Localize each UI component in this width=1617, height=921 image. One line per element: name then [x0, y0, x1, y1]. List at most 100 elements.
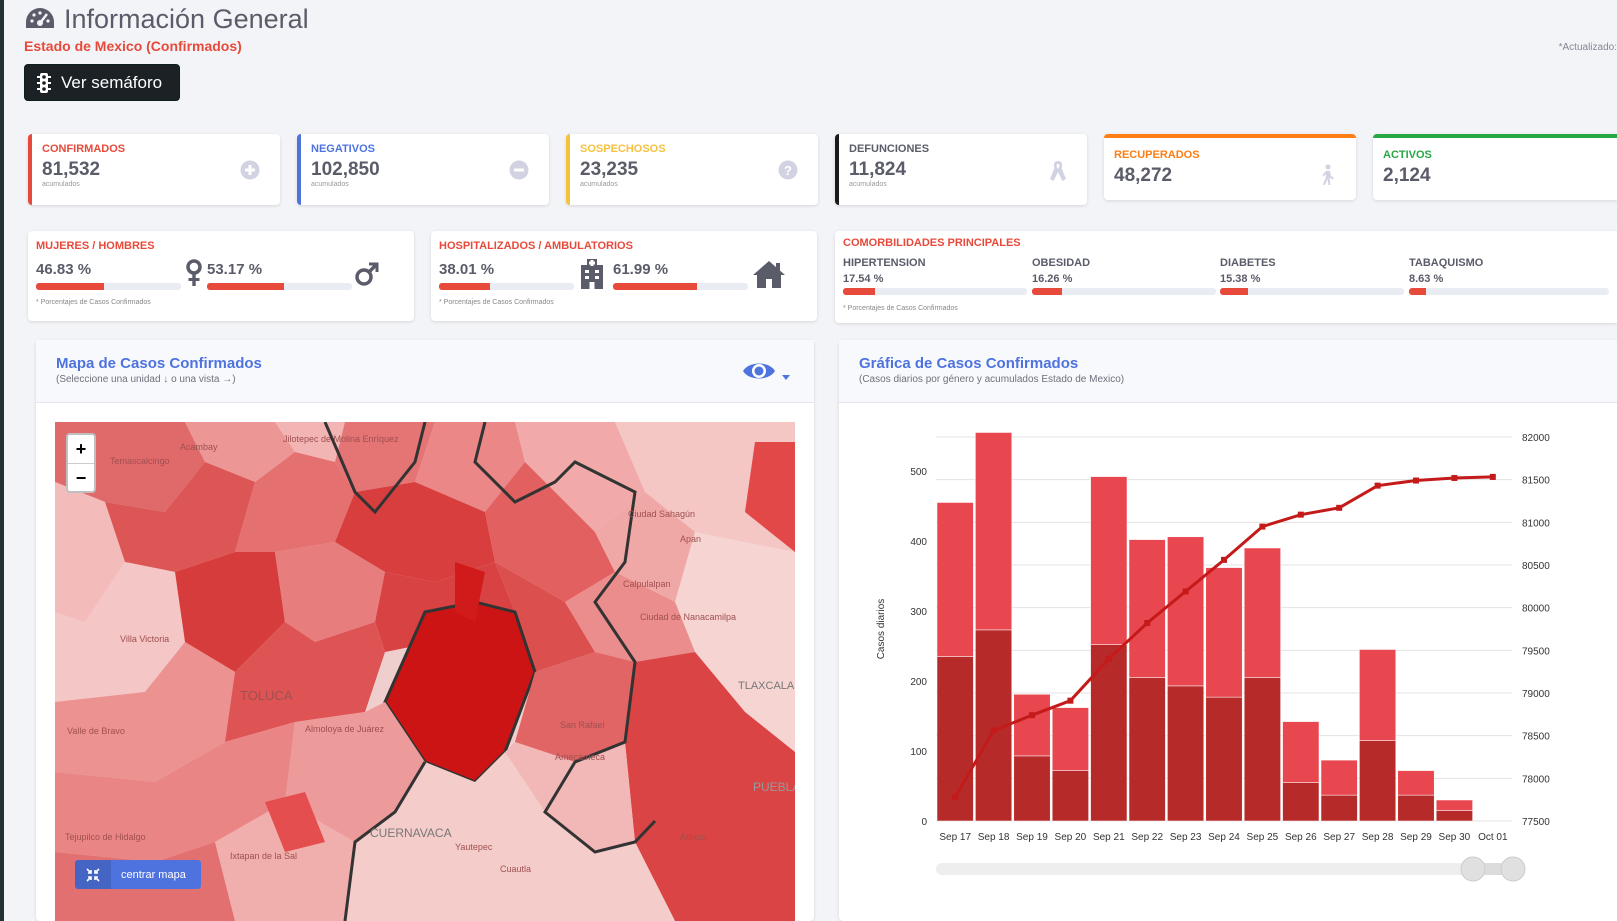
view-selector-eye-icon[interactable] — [741, 358, 793, 386]
map-label: Temascalcingo — [110, 456, 170, 466]
kpi-label: SOSPECHOSOS — [580, 143, 666, 155]
walking-icon — [1322, 164, 1334, 185]
map-label: Atlixco — [680, 832, 707, 842]
map-label: TLAXCALA — [738, 680, 795, 692]
ver-semaforo-button[interactable]: Ver semáforo — [24, 64, 180, 101]
cumulative-point — [1259, 523, 1266, 530]
hospital-icon — [581, 259, 603, 289]
map-label: TOLUCA — [240, 688, 293, 703]
bar-series-1 — [1397, 794, 1435, 822]
x-tick-label: Sep 18 — [978, 832, 1010, 843]
kpi-card-recuperados: RECUPERADOS 48,272 — [1104, 134, 1356, 200]
kpi-label: CONFIRMADOS — [42, 143, 126, 155]
bar-series-1 — [1205, 696, 1243, 822]
map-zoom-control: + − — [66, 433, 96, 493]
bar-series-2 — [1051, 707, 1089, 771]
plus-circle-icon — [240, 160, 260, 180]
comorbidity-label: HIPERTENSION — [843, 257, 926, 269]
cumulative-point — [1297, 511, 1304, 518]
x-tick-label: Sep 17 — [939, 832, 971, 843]
kpi-value: 48,272 — [1114, 165, 1173, 186]
gender-card: MUJERES / HOMBRES 46.83 % 53.17 % * Porc… — [28, 231, 414, 321]
hospital-note: * Porcentajes de Casos Confirmados — [439, 299, 554, 306]
kpi-sub: acumulados — [849, 181, 887, 188]
y2-tick-label: 80000 — [1522, 604, 1550, 615]
kpi-sub: acumulados — [42, 181, 80, 188]
x-tick-label: Sep 29 — [1400, 832, 1432, 843]
chart-panel-title: Gráfica de Casos Confirmados — [859, 355, 1079, 372]
bar-series-2 — [1205, 567, 1243, 698]
zoom-in-button[interactable]: + — [68, 435, 94, 464]
map-panel-header: Mapa de Casos Confirmados (Seleccione un… — [36, 340, 814, 403]
comorbidity-label: OBESIDAD — [1032, 257, 1091, 269]
page-title: Información General — [64, 4, 309, 34]
cumulative-point — [1067, 697, 1074, 704]
kpi-value: 23,235 — [580, 159, 639, 180]
men-percent: 53.17 % — [207, 261, 263, 278]
map-label: Jilotepec de Molina Enríquez — [283, 434, 399, 444]
comorbidities-card: COMORBILIDADES PRINCIPALES HIPERTENSION … — [835, 231, 1617, 323]
bar-series-1 — [1320, 794, 1358, 822]
traffic-light-icon — [37, 72, 51, 93]
x-tick-label: Oct 01 — [1478, 832, 1508, 843]
bar-series-2 — [1243, 547, 1281, 678]
comorbidity-value: 15.38 % — [1220, 273, 1261, 285]
x-tick-label: Sep 19 — [1016, 832, 1048, 843]
x-tick-label: Sep 20 — [1055, 832, 1087, 843]
bar-series-1 — [1435, 810, 1473, 822]
y-tick-label: 500 — [910, 467, 927, 478]
kpi-sub: acumulados — [311, 181, 349, 188]
x-tick-label: Sep 21 — [1093, 832, 1125, 843]
y2-tick-label: 79500 — [1522, 646, 1550, 657]
cumulative-point — [1144, 620, 1151, 627]
y2-tick-label: 77500 — [1522, 817, 1550, 828]
choropleth-map[interactable]: Acambay Jilotepec de Molina Enríquez Tem… — [55, 422, 795, 921]
updated-label: *Actualizado: — [1558, 42, 1617, 53]
kpi-label: RECUPERADOS — [1114, 149, 1200, 161]
map-label: Apan — [680, 534, 701, 544]
map-canvas[interactable]: Acambay Jilotepec de Molina Enríquez Tem… — [55, 422, 795, 921]
chart-panel-header: Gráfica de Casos Confirmados (Casos diar… — [839, 340, 1617, 403]
map-label: PUEBLA — [753, 780, 795, 794]
chart-zoom-handle-left[interactable] — [1460, 856, 1486, 882]
comorbidity-value: 17.54 % — [843, 273, 884, 285]
cumulative-point — [1182, 588, 1189, 595]
kpi-card-activos: ACTIVOS 2,124 — [1373, 134, 1617, 200]
map-panel-subtitle: (Seleccione una unidad ↓ o una vista →) — [56, 374, 236, 385]
map-label: Yautepec — [455, 842, 493, 852]
kpi-value: 2,124 — [1383, 165, 1431, 186]
chart-zoom-handle-right[interactable] — [1500, 856, 1526, 882]
zoom-out-button[interactable]: − — [68, 464, 94, 492]
kpi-label: NEGATIVOS — [311, 143, 375, 155]
cumulative-point — [990, 727, 997, 734]
bar-series-1 — [1243, 677, 1281, 822]
bar-series-1 — [1013, 755, 1051, 822]
gender-note: * Porcentajes de Casos Confirmados — [36, 299, 151, 306]
bar-series-2 — [1359, 649, 1397, 741]
women-percent: 46.83 % — [36, 261, 92, 278]
map-label: Acambay — [180, 442, 218, 452]
y-tick-label: 100 — [910, 747, 927, 758]
comorbidity-bar — [843, 288, 1027, 295]
chart-panel-subtitle: (Casos diarios por género y acumulados E… — [859, 374, 1125, 385]
kpi-label: DEFUNCIONES — [849, 143, 930, 155]
kpi-card-negativos: NEGATIVOS 102,850 acumulados — [297, 134, 549, 205]
map-label: Ciudad Sahagún — [628, 509, 695, 519]
kpi-card-sospechosos: SOSPECHOSOS 23,235 acumulados ? — [566, 134, 818, 205]
page-header: Información General — [24, 4, 309, 35]
comorbidity-label: DIABETES — [1220, 257, 1276, 269]
ambulatory-percent: 61.99 % — [613, 261, 669, 278]
center-map-label: centrar mapa — [121, 868, 186, 881]
map-label: Valle de Bravo — [67, 726, 125, 736]
hospital-card: HOSPITALIZADOS / AMBULATORIOS 38.01 % 61… — [431, 231, 817, 321]
bar-series-2 — [1397, 770, 1435, 796]
cumulative-point — [1221, 556, 1227, 563]
center-map-button[interactable]: centrar mapa — [75, 860, 201, 889]
bar-series-1 — [1128, 677, 1166, 822]
female-icon — [186, 259, 202, 286]
cumulative-point — [952, 794, 959, 801]
svg-text:?: ? — [784, 163, 792, 178]
comorbidity-bar — [1220, 288, 1404, 295]
women-progress-bar — [36, 283, 181, 290]
page-subtitle: Estado de Mexico (Confirmados) — [24, 38, 242, 54]
